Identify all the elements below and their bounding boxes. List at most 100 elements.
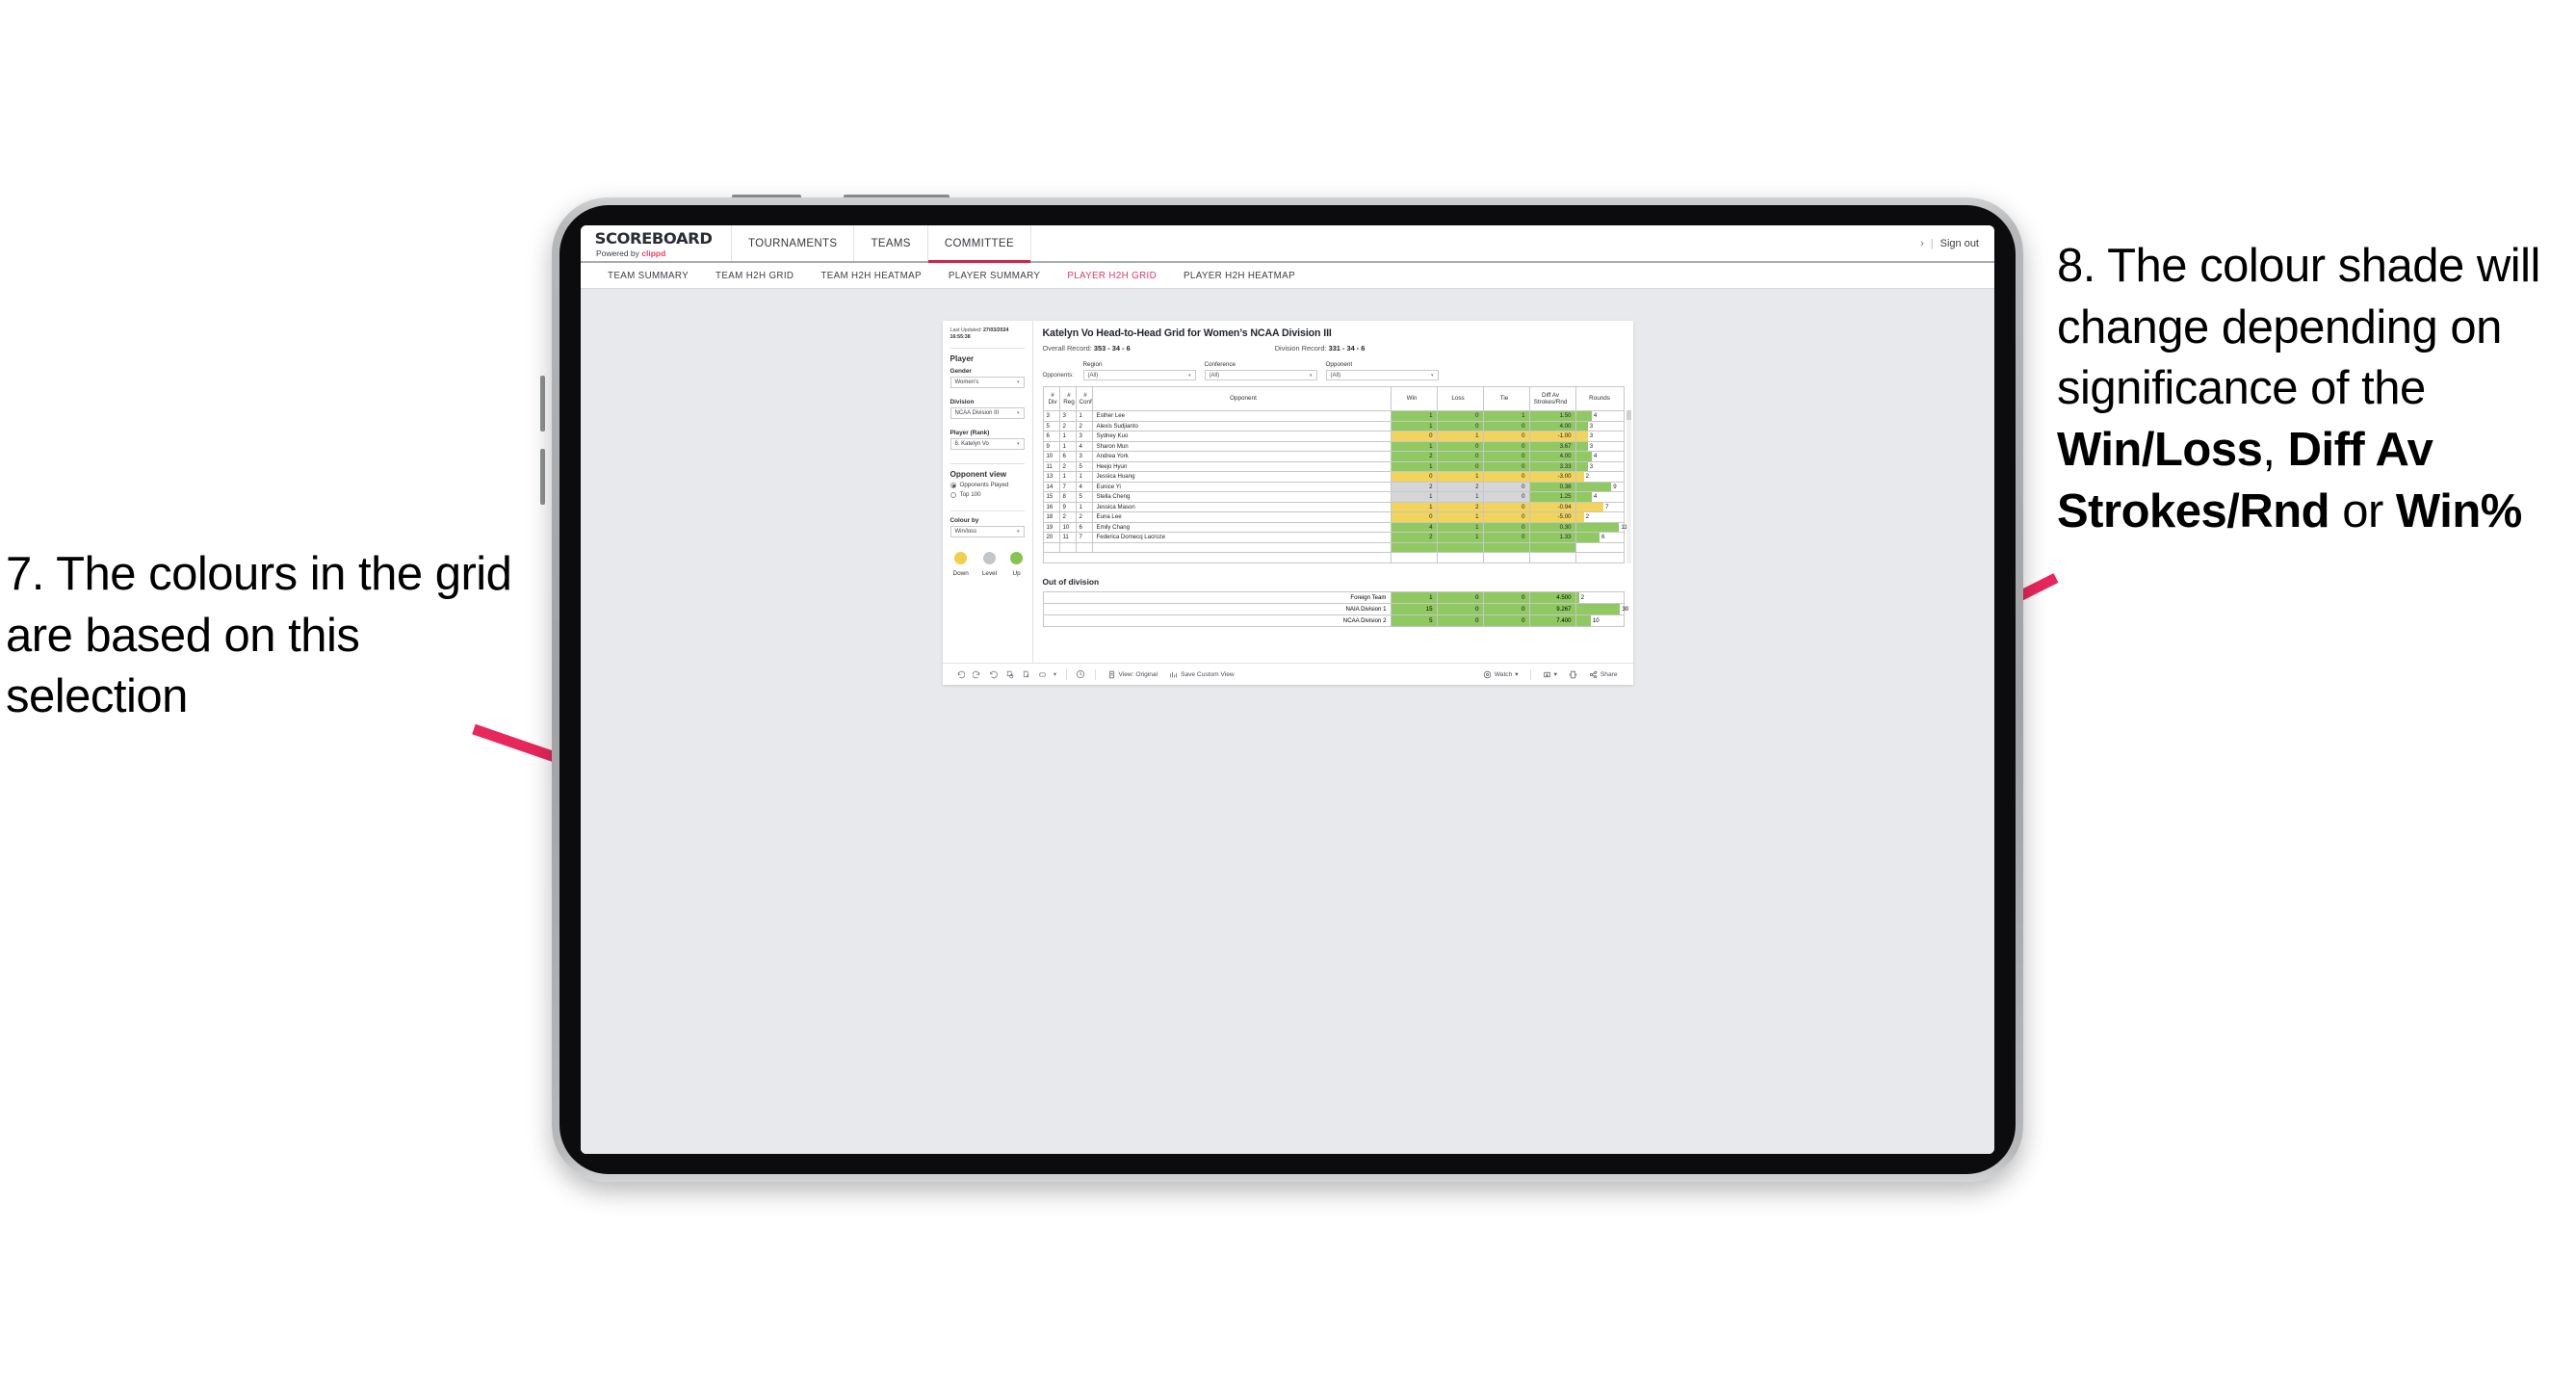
table-cell: Foreign Team (1042, 590, 1392, 604)
table-row[interactable]: NAIA Division 1 15 0 0 9.267 30 (1042, 602, 1628, 615)
sign-out-link[interactable]: Sign out (1940, 238, 1979, 249)
nav-teams[interactable]: TEAMS (854, 225, 928, 261)
grid-col-header: Rounds (1574, 386, 1625, 411)
table-cell: -5.00 (1528, 511, 1576, 523)
pause-auto-update-icon[interactable] (1018, 670, 1034, 679)
opponent-filter-row: Opponents: Region (All) ▾ Conference (All… (1043, 361, 1625, 380)
grid-col-header: Loss (1436, 386, 1484, 411)
radio-icon (950, 491, 956, 498)
table-cell: 1 (1390, 590, 1438, 604)
out-of-division-title: Out of division (1042, 576, 1100, 587)
redo-icon[interactable] (969, 670, 985, 679)
table-cell: 0 (1482, 460, 1530, 472)
nav-committee[interactable]: COMMITTEE (927, 225, 1031, 263)
table-row[interactable]: 5 2 2 Alexis Sudjianto 1 0 0 4.00 3 (1042, 420, 1625, 431)
app-logo[interactable]: SCOREBOARD Powered by clippd (581, 225, 732, 261)
chevron-down-icon[interactable]: ▾ (1051, 670, 1060, 678)
revert-icon[interactable] (985, 670, 1002, 679)
rounds-bar (1575, 431, 1588, 441)
vertical-scrollbar-thumb[interactable] (1626, 410, 1631, 420)
radio-opponents-played[interactable]: Opponents Played (950, 482, 1025, 488)
records-row: Overall Record: 353 - 34 - 6 Division Re… (1043, 344, 1625, 353)
vertical-scrollbar-track[interactable] (1626, 410, 1631, 563)
rounds-value: 4 (1593, 412, 1598, 420)
divider-1 (950, 348, 1025, 350)
table-cell: Sydney Kuo (1091, 431, 1392, 442)
annotation-8-bold-winpct: Win% (2395, 484, 2522, 537)
subnav-player-h2h-heatmap[interactable]: PLAYER H2H HEATMAP (1170, 271, 1309, 281)
legend-swatch-up (1010, 552, 1024, 565)
table-row[interactable]: 13 1 1 Jessica Huang 0 1 0 -3.00 2 (1042, 471, 1625, 483)
rectangle-select-icon[interactable] (1034, 670, 1051, 679)
table-row[interactable]: 20 11 7 Federica Domecq Lacroze 2 1 0 1.33 6 (1042, 532, 1625, 543)
table-cell: 2 (1058, 420, 1077, 431)
tablet-screen: SCOREBOARD Powered by clippd TOURNAMENTS… (581, 225, 1994, 1154)
table-row[interactable]: 10 6 3 Andrea York 2 0 0 4.00 4 (1042, 451, 1625, 462)
table-row[interactable]: 3 3 1 Esther Lee 1 0 1 1.50 4 (1042, 410, 1625, 422)
chevron-right-icon[interactable]: › (1920, 238, 1924, 249)
table-row[interactable]: 16 9 1 Jessica Mason 1 2 0 -0.94 7 (1042, 501, 1625, 512)
rounds-bar-cell: 3 (1574, 440, 1625, 452)
volume-down-button[interactable] (540, 449, 545, 505)
region-label: Region (1082, 361, 1103, 368)
subnav-team-h2h-grid[interactable]: TEAM H2H GRID (702, 271, 807, 281)
subnav-team-summary[interactable]: TEAM SUMMARY (594, 271, 702, 281)
table-cell: 13 (1042, 471, 1060, 483)
table-cell: 2 (1390, 481, 1438, 492)
table-row[interactable]: 19 10 6 Emily Chang 4 1 0 0.30 11 (1042, 521, 1627, 533)
table-row[interactable]: 15 8 5 Stella Cheng 1 1 0 1.25 4 (1042, 491, 1625, 503)
table-row[interactable]: 14 7 4 Eunice Yi 2 2 0 0.38 9 (1042, 481, 1625, 492)
table-cell: 0 (1390, 431, 1438, 442)
table-row-partial (1042, 541, 1625, 553)
nav-tournaments[interactable]: TOURNAMENTS (732, 225, 855, 261)
fullscreen-button[interactable] (1563, 670, 1583, 679)
table-cell: 0 (1482, 532, 1530, 543)
conference-select[interactable]: (All) ▾ (1204, 370, 1317, 380)
table-cell: 3.33 (1528, 460, 1576, 472)
region-select[interactable]: (All) ▾ (1082, 370, 1196, 380)
player-rank-select[interactable]: 8. Katelyn Vo ▾ (950, 438, 1025, 451)
table-cell: 1.50 (1528, 410, 1576, 422)
gender-select[interactable]: Women’s ▾ (950, 377, 1025, 389)
table-cell: 0 (1436, 590, 1484, 604)
table-row[interactable]: 9 1 4 Sharon Mun 1 0 0 3.67 3 (1042, 440, 1625, 452)
table-cell: Jessica Mason (1091, 501, 1392, 512)
table-cell: 18 (1042, 511, 1060, 523)
refresh-data-icon[interactable] (1002, 670, 1018, 679)
table-row[interactable]: 11 2 5 Heejo Hyun 1 0 0 3.33 3 (1042, 460, 1625, 472)
volume-up-button[interactable] (540, 376, 545, 431)
table-cell: 5 (1075, 491, 1093, 503)
table-row[interactable]: 6 1 3 Sydney Kuo 0 1 0 -1.00 3 (1042, 431, 1625, 442)
division-value: NCAA Division III (954, 410, 1000, 417)
bottom-toolbar: ▾ View: Original Save Custom View Watch … (942, 663, 1633, 685)
subnav-player-h2h-grid[interactable]: PLAYER H2H GRID (1054, 271, 1170, 281)
grid-col-header: Tie (1482, 386, 1530, 411)
radio-top-100[interactable]: Top 100 (950, 491, 1025, 498)
table-cell: 0 (1436, 410, 1484, 422)
table-empty-space (1042, 552, 1625, 563)
table-cell: 7 (1075, 532, 1093, 543)
filter-player-heading: Player (950, 354, 975, 364)
highlight-icon[interactable] (1073, 669, 1089, 679)
rounds-bar-cell: 4 (1574, 451, 1625, 462)
subnav-player-summary[interactable]: PLAYER SUMMARY (935, 271, 1054, 281)
table-row[interactable]: Foreign Team 1 0 0 4.500 2 (1042, 590, 1625, 604)
table-cell: 1 (1390, 460, 1438, 472)
undo-icon[interactable] (952, 670, 969, 679)
watch-button[interactable]: Watch ▾ (1477, 670, 1524, 679)
last-updated: Last Updated: 27/03/2024 16:55:38 (950, 327, 1025, 341)
save-custom-view-button[interactable]: Save Custom View (1163, 670, 1240, 679)
rounds-value: 3 (1589, 462, 1594, 470)
colour-by-select[interactable]: Win/loss ▾ (950, 526, 1025, 538)
division-select[interactable]: NCAA Division III ▾ (950, 407, 1025, 420)
view-original-button[interactable]: View: Original (1102, 670, 1164, 679)
rounds-value: 7 (1605, 503, 1609, 510)
share-button[interactable]: Share (1583, 670, 1624, 679)
download-button[interactable]: ▾ (1537, 670, 1563, 679)
table-row[interactable]: NCAA Division 2 5 0 0 7.400 10 (1042, 614, 1625, 627)
opponent-select[interactable]: (All) ▾ (1325, 370, 1439, 380)
table-row[interactable]: 18 2 2 Euna Lee 0 1 0 -5.00 2 (1042, 511, 1625, 523)
subnav-team-h2h-heatmap[interactable]: TEAM H2H HEATMAP (807, 271, 935, 281)
player-rank-value: 8. Katelyn Vo (954, 441, 989, 448)
